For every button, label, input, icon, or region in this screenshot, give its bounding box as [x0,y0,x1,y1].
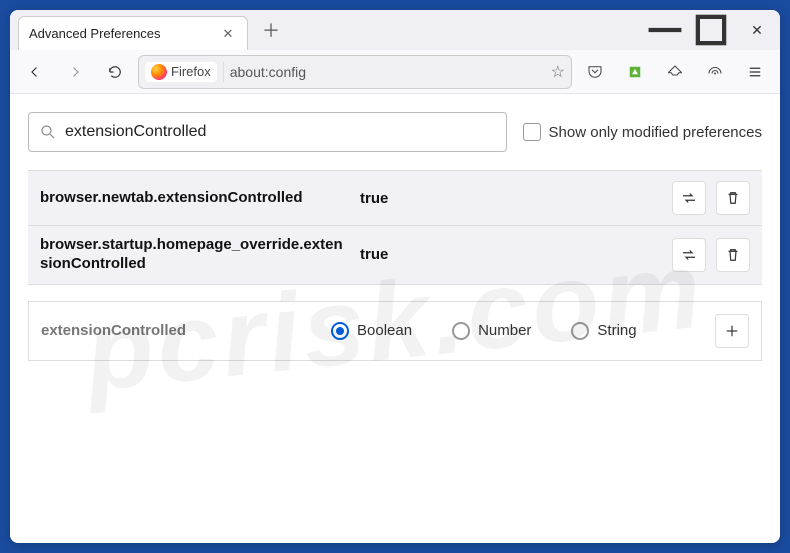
identity-badge[interactable]: Firefox [145,62,217,82]
pref-value: true [360,190,662,207]
pref-value: true [360,246,662,263]
app-menu-button[interactable] [738,55,772,89]
radio-icon [571,322,589,340]
extension-icon[interactable] [618,55,652,89]
close-tab-icon[interactable]: ✕ [219,26,237,42]
radio-icon [331,322,349,340]
url-bar[interactable]: Firefox about:config ☆ [138,55,572,89]
delete-button[interactable] [716,181,750,215]
nav-back-button[interactable] [18,55,52,89]
new-pref-name: extensionControlled [41,322,321,339]
identity-label: Firefox [171,64,211,79]
checkbox-icon [523,123,541,141]
firefox-icon [151,64,167,80]
new-tab-button[interactable]: ＋ [256,15,286,45]
add-pref-button[interactable] [715,314,749,348]
show-modified-toggle[interactable]: Show only modified preferences [523,123,762,141]
pref-name: browser.startup.homepage_override.extens… [40,236,350,274]
nav-reload-button[interactable] [98,55,132,89]
window-close-button[interactable]: ✕ [734,10,780,50]
window-maximize-button[interactable] [688,10,734,50]
type-radio-string[interactable]: String [571,322,636,340]
radio-icon [452,322,470,340]
pref-row: browser.startup.homepage_override.extens… [28,226,762,285]
bookmark-star-icon[interactable]: ☆ [551,62,565,82]
toggle-button[interactable] [672,181,706,215]
pref-search-input[interactable] [65,123,496,141]
delete-button[interactable] [716,238,750,272]
show-modified-label: Show only modified preferences [549,124,762,141]
window-minimize-button[interactable] [642,10,688,50]
toggle-button[interactable] [672,238,706,272]
nav-forward-button[interactable] [58,55,92,89]
inbox-icon[interactable] [658,55,692,89]
search-icon [39,123,57,141]
type-radio-boolean[interactable]: Boolean [331,322,412,340]
pocket-icon[interactable] [578,55,612,89]
vpn-icon[interactable] [698,55,732,89]
browser-tab[interactable]: Advanced Preferences ✕ [18,16,248,50]
pref-name: browser.newtab.extensionControlled [40,189,350,208]
type-radio-number[interactable]: Number [452,322,531,340]
pref-row: browser.newtab.extensionControlled true [28,171,762,226]
pref-search-box[interactable] [28,112,507,152]
tab-title: Advanced Preferences [29,26,219,41]
new-pref-row: extensionControlled Boolean Number Strin… [28,301,762,361]
url-text: about:config [230,64,545,80]
